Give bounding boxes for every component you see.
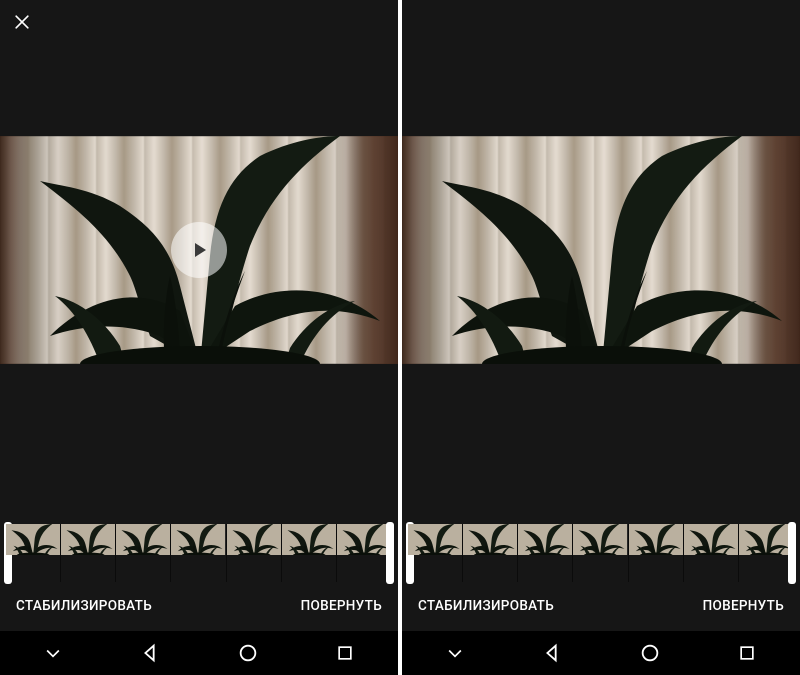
back-icon	[139, 642, 161, 664]
action-bar: СТАБИЛИЗИРОВАТЬ ПОВЕРНУТЬ	[402, 592, 800, 620]
recent-apps-icon	[335, 643, 355, 663]
close-icon	[12, 12, 32, 32]
nav-recent[interactable]	[322, 631, 368, 675]
play-button[interactable]	[171, 222, 227, 278]
timeline-thumb[interactable]	[463, 524, 518, 582]
stabilize-button[interactable]: СТАБИЛИЗИРОВАТЬ	[14, 592, 154, 620]
nav-back[interactable]	[127, 631, 173, 675]
screen-right: Стабилизация… СТАБИЛИЗИРОВАТЬ ПОВЕРНУТЬ	[402, 0, 800, 675]
timeline-thumb[interactable]	[573, 524, 628, 582]
plant-silhouette	[402, 136, 800, 364]
timeline-thumb[interactable]	[684, 524, 739, 582]
nav-back[interactable]	[529, 631, 575, 675]
top-bar	[0, 0, 398, 44]
android-navbar	[402, 631, 800, 675]
timeline-thumb[interactable]	[408, 524, 463, 582]
recent-apps-icon	[737, 643, 757, 663]
chevron-down-icon	[445, 643, 465, 663]
timeline-thumb[interactable]	[61, 524, 116, 582]
top-bar	[402, 0, 800, 44]
back-icon	[541, 642, 563, 664]
nav-collapse[interactable]	[432, 631, 478, 675]
android-navbar	[0, 631, 398, 675]
timeline-thumb[interactable]	[116, 524, 171, 582]
home-icon	[639, 642, 661, 664]
nav-recent[interactable]	[724, 631, 770, 675]
timeline-thumb[interactable]	[171, 524, 226, 582]
trim-timeline[interactable]	[6, 524, 392, 582]
timeline-thumb[interactable]	[337, 524, 392, 582]
screen-left: СТАБИЛИЗИРОВАТЬ ПОВЕРНУТЬ	[0, 0, 398, 675]
timeline-thumb[interactable]	[629, 524, 684, 582]
close-button[interactable]	[0, 0, 44, 44]
trim-handle-right[interactable]	[788, 522, 796, 584]
chevron-down-icon	[43, 643, 63, 663]
action-bar: СТАБИЛИЗИРОВАТЬ ПОВЕРНУТЬ	[0, 592, 398, 620]
home-icon	[237, 642, 259, 664]
timeline-thumb[interactable]	[518, 524, 573, 582]
nav-collapse[interactable]	[30, 631, 76, 675]
play-icon	[187, 238, 211, 262]
video-preview[interactable]	[0, 136, 398, 364]
stabilize-button[interactable]: СТАБИЛИЗИРОВАТЬ	[416, 592, 556, 620]
timeline-thumb[interactable]	[739, 524, 794, 582]
trim-timeline[interactable]	[408, 524, 794, 582]
rotate-button[interactable]: ПОВЕРНУТЬ	[701, 592, 786, 620]
video-preview: Стабилизация…	[402, 136, 800, 364]
trim-handle-right[interactable]	[386, 522, 394, 584]
nav-home[interactable]	[627, 631, 673, 675]
timeline-thumb[interactable]	[6, 524, 61, 582]
nav-home[interactable]	[225, 631, 271, 675]
timeline-thumb[interactable]	[282, 524, 337, 582]
rotate-button[interactable]: ПОВЕРНУТЬ	[299, 592, 384, 620]
timeline-thumb[interactable]	[227, 524, 282, 582]
